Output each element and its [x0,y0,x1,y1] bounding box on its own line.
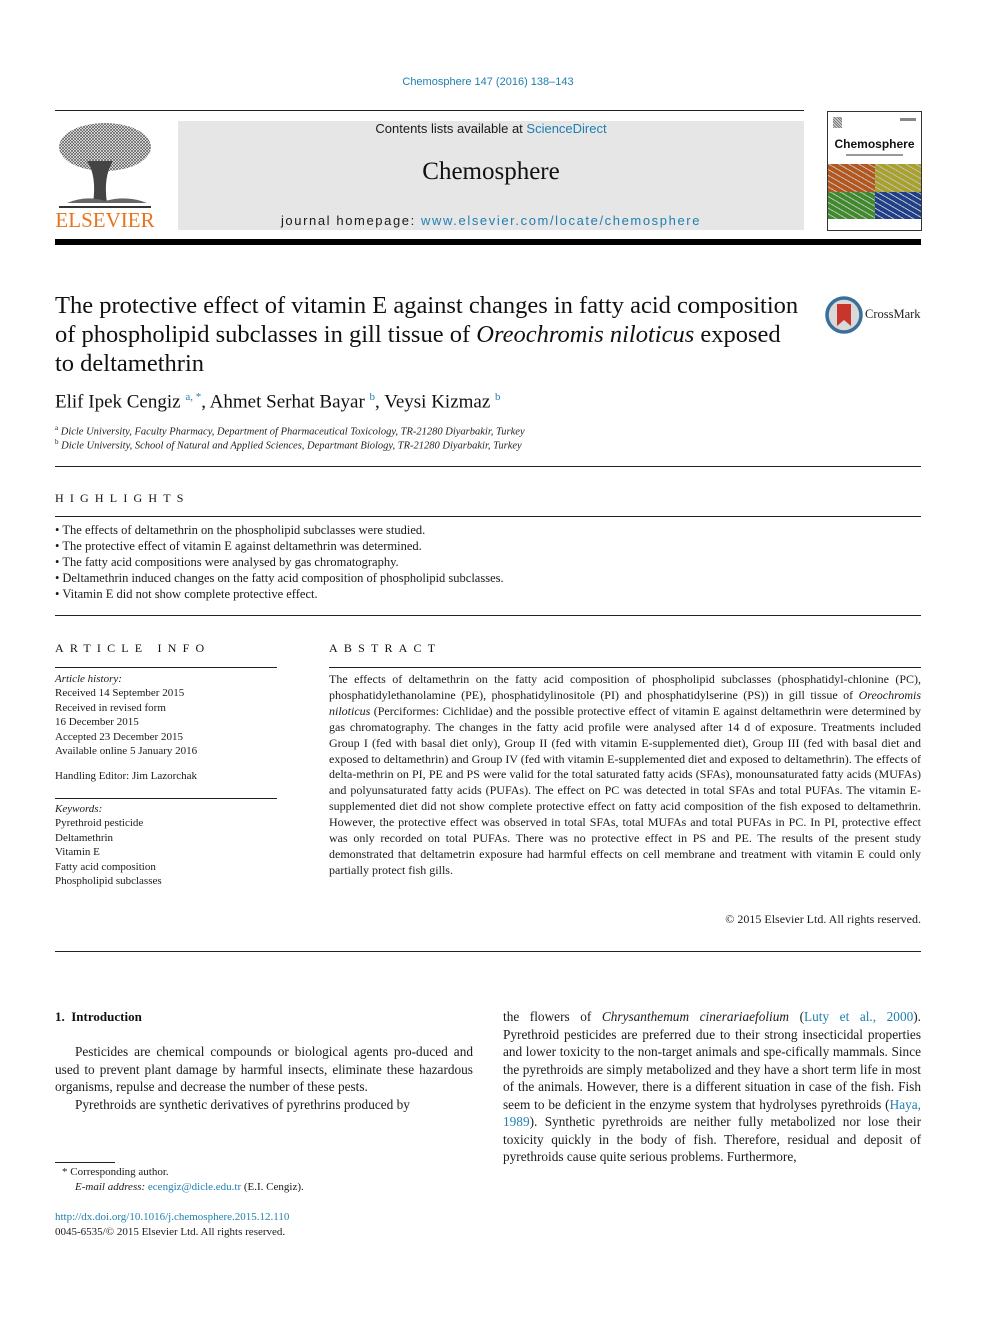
footnote-rule [55,1162,115,1163]
author[interactable]: Veysi Kizmaz [384,391,490,412]
issn-copyright: 0045-6535/© 2015 Elsevier Ltd. All right… [55,1226,286,1238]
reference-link[interactable]: Luty et al., 2000 [804,1009,913,1024]
keywords-label: Keywords: [55,803,103,815]
keyword: Fatty acid composition [55,860,156,873]
divider [55,951,921,952]
article-info: Article history: Received 14 September 2… [55,672,277,784]
header-thick-bar [55,239,921,245]
highlights-heading: HIGHLIGHTS [55,491,190,505]
handling-editor: Handling Editor: Jim Lazorchak [55,770,198,783]
email-suffix: (E.I. Cengiz). [241,1181,304,1193]
highlight-item: Vitamin E did not show complete protecti… [55,586,504,602]
abstract-text: The effects of deltamethrin on the fatty… [329,672,921,879]
text: the flowers of [503,1009,602,1024]
keyword: Pyrethroid pesticide [55,817,144,830]
highlight-item: Deltamethrin induced changes on the fatt… [55,570,503,586]
email-link[interactable]: ecengiz@dicle.edu.tr [148,1181,241,1193]
affiliation-text: Dicle University, School of Natural and … [61,440,522,452]
divider [55,516,921,517]
header-rule [55,110,804,111]
species-name: Chrysanthemum cinerariaefolium [601,1009,789,1024]
affiliation: b Dicle University, School of Natural an… [55,438,522,452]
author[interactable]: Elif Ipek Cengiz [55,391,181,412]
journal-citation[interactable]: Chemosphere 147 (2016) 138–143 [0,76,976,88]
text: ). Pyrethroid pesticides are preferred d… [503,1009,922,1112]
divider [329,667,921,668]
abstract-part: (Perciformes: Cichlidae) and the possibl… [329,703,921,877]
cover-issn [900,118,916,121]
paragraph: the flowers of Chrysanthemum cinerariaef… [503,1008,921,1166]
doi-link-wrap: http://dx.doi.org/10.1016/j.chemosphere.… [55,1211,289,1223]
affiliation-text: Dicle University, Faculty Pharmacy, Depa… [60,426,525,438]
affiliation-label: a [55,424,59,432]
cover-publisher-logo [833,117,842,128]
abstract-copyright: © 2015 Elsevier Ltd. All rights reserved… [725,912,921,926]
cover-title: Chemosphere [834,137,915,151]
abstract-part: The effects of deltamethrin on the fatty… [329,672,921,702]
elsevier-wordmark: ELSEVIER [55,208,155,232]
journal-cover[interactable]: Chemosphere [827,111,922,231]
highlights-list: The effects of deltamethrin on the phosp… [55,522,504,602]
highlight-item: The effects of deltamethrin on the phosp… [55,522,504,538]
homepage-link[interactable]: www.elsevier.com/locate/chemosphere [421,213,701,228]
article-info-heading: ARTICLE INFO [55,641,211,655]
cover-subtitle [846,154,903,156]
author-affiliation-ref[interactable]: a, * [185,391,201,403]
author-separator: , [375,391,385,413]
author-separator: , [201,391,210,413]
divider [55,667,277,668]
history-entry: Accepted 23 December 2015 [55,730,183,743]
keyword: Vitamin E [55,846,100,859]
cover-leaf-quadrant [874,191,921,219]
article-title: The protective effect of vitamin E again… [55,291,800,378]
contents-prefix: Contents lists available at [375,121,527,136]
history-label: Article history: [55,673,122,685]
highlight-item: The fatty acid compositions were analyse… [55,554,504,570]
cover-leaf-quadrant [828,164,875,192]
sciencedirect-link[interactable]: ScienceDirect [526,121,606,136]
introduction-heading: 1. Introduction [55,1009,142,1024]
corresponding-author-note: * Corresponding author. [62,1166,169,1178]
crossmark-icon [825,296,863,334]
crossmark-label: CrossMark [865,307,921,321]
homepage-prefix: journal homepage: [280,213,422,228]
keywords: Keywords: Pyrethroid pesticide Deltameth… [55,802,277,888]
crossmark-button[interactable]: CrossMark [825,296,925,336]
contents-available: Contents lists available at ScienceDirec… [178,121,804,136]
author[interactable]: Ahmet Serhat Bayar [210,391,365,412]
abstract-heading: ABSTRACT [329,641,442,655]
keyword: Deltamethrin [55,831,114,844]
paragraph: Pesticides are chemical compounds or bio… [55,1044,473,1094]
author-affiliation-ref[interactable]: b [495,391,501,403]
author-list: Elif Ipek Cengiz a, *, Ahmet Serhat Baya… [55,391,501,413]
history-entry: 16 December 2015 [55,716,139,729]
divider [55,798,277,799]
journal-homepage: journal homepage: www.elsevier.com/locat… [178,213,804,228]
divider [55,466,921,467]
history-entry: Available online 5 January 2016 [55,745,198,758]
text: ( [789,1009,804,1024]
history-entry: Received 14 September 2015 [55,687,185,700]
email-note: E-mail address: ecengiz@dicle.edu.tr (E.… [75,1181,304,1193]
text: ). Synthetic pyrethroids are neither ful… [503,1114,921,1164]
cover-leaf-quadrant [828,191,875,219]
intro-column-left: Pesticides are chemical compounds or bio… [55,1043,473,1113]
paragraph: Pyrethroids are synthetic derivatives of… [75,1096,410,1112]
affiliation-label: b [55,438,59,446]
history-entry: Received in revised form [55,701,166,714]
email-label: E-mail address: [75,1181,148,1193]
intro-column-right: the flowers of Chrysanthemum cinerariaef… [503,1008,921,1166]
journal-header-band: Contents lists available at ScienceDirec… [178,121,804,230]
affiliation: a Dicle University, Faculty Pharmacy, De… [55,424,525,438]
journal-title: Chemosphere [422,158,560,185]
elsevier-tree-icon [59,123,151,208]
title-species: Oreochromis niloticus [476,321,695,348]
keyword: Phospholipid subclasses [55,875,162,888]
highlight-item: The protective effect of vitamin E again… [55,538,504,554]
divider [55,615,921,616]
cover-leaf-quadrant [874,164,921,192]
elsevier-logo[interactable]: ELSEVIER [55,121,155,233]
doi-link[interactable]: http://dx.doi.org/10.1016/j.chemosphere.… [55,1211,289,1223]
cover-image [828,164,921,219]
